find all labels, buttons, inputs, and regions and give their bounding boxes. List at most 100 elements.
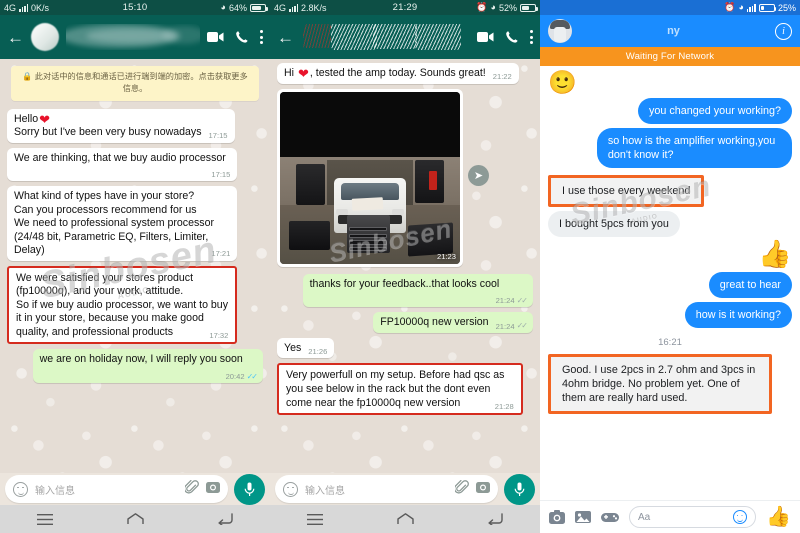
read-receipt-icon: ✓✓ xyxy=(516,296,528,306)
gallery-icon[interactable] xyxy=(575,510,591,524)
message-row[interactable]: What kind of types have in your store? C… xyxy=(7,185,263,261)
message-bubble[interactable]: we are on holiday now, I will reply you … xyxy=(32,349,263,384)
message-bubble[interactable]: you changed your working? xyxy=(637,98,792,125)
message-bubble[interactable]: thanks for your feedback..that looks coo… xyxy=(302,273,533,308)
message-text: FP10000q new version xyxy=(380,316,489,329)
chat-header-2: ← xyxy=(270,15,540,59)
network-type-label: 4G xyxy=(274,2,287,13)
message-row[interactable]: I bought 5pcs from you xyxy=(548,211,792,238)
camera-icon[interactable] xyxy=(549,510,565,524)
home-icon[interactable] xyxy=(397,513,414,525)
forward-icon[interactable]: ➤ xyxy=(468,164,489,186)
emoji-icon[interactable] xyxy=(283,481,298,497)
message-input-field[interactable]: 输入信息 xyxy=(275,475,498,503)
message-row[interactable]: we are on holiday now, I will reply you … xyxy=(7,349,263,384)
games-controller-icon[interactable] xyxy=(601,511,619,523)
contact-name-scribbled[interactable] xyxy=(303,24,470,50)
message-row[interactable]: 👍 xyxy=(548,241,792,268)
message-row[interactable]: Hi ❤, tested the amp today. Sounds great… xyxy=(277,63,533,84)
message-bubble-highlighted[interactable]: We were satisfied your stores product (f… xyxy=(7,265,238,345)
chat-body-3[interactable]: 🙂 you changed your working? so how is th… xyxy=(540,66,800,500)
voice-call-icon[interactable] xyxy=(505,30,519,44)
message-bubble[interactable]: great to hear xyxy=(708,272,792,299)
avatar[interactable] xyxy=(31,23,59,51)
microphone-icon[interactable] xyxy=(504,473,535,505)
message-row-highlighted[interactable]: Good. I use 2pcs in 2.7 ohm and 3pcs in … xyxy=(548,354,792,415)
message-bubble[interactable]: Hi ❤, tested the amp today. Sounds great… xyxy=(277,63,519,84)
message-input-bar-3: Aa 👍 xyxy=(540,500,800,533)
message-row-photo[interactable]: 21:23 Sinbosen ➤ xyxy=(277,88,533,267)
paperclip-icon[interactable] xyxy=(183,479,199,499)
message-row[interactable]: great to hear xyxy=(548,272,792,299)
message-row[interactable]: how is it working? xyxy=(548,302,792,329)
encryption-notice[interactable]: 🔒 此对话中的信息和通话已进行端到端的加密。点击获取更多信息。 xyxy=(11,66,259,101)
message-row[interactable]: so how is the amplifier working,you don'… xyxy=(548,128,792,169)
message-row[interactable]: 🙂 xyxy=(548,71,792,94)
message-meta: 17:15 xyxy=(211,170,230,180)
emoji-icon[interactable] xyxy=(733,510,748,524)
camera-icon[interactable] xyxy=(476,480,490,498)
message-row[interactable]: thanks for your feedback..that looks coo… xyxy=(277,273,533,308)
network-speed-label: 0K/s xyxy=(31,2,50,13)
info-icon[interactable]: i xyxy=(775,22,792,40)
back-icon[interactable] xyxy=(488,513,503,525)
message-row[interactable]: FP10000q new version 21:24 ✓✓ xyxy=(277,312,533,333)
message-bubble[interactable]: I bought 5pcs from you xyxy=(548,211,680,238)
message-input-field[interactable]: Aa xyxy=(629,506,757,528)
heart-icon: ❤ xyxy=(297,66,309,81)
message-bubble[interactable]: What kind of types have in your store? C… xyxy=(7,185,238,261)
paperclip-icon[interactable] xyxy=(453,479,469,499)
chat-body-2[interactable]: Hi ❤, tested the amp today. Sounds great… xyxy=(270,59,540,473)
messenger-panel-3: ⏰ ◕ 25% ny i Waiting For Network 🙂 you c… xyxy=(540,0,800,533)
message-row[interactable]: Hello❤ Sorry but I've been very busy nowa… xyxy=(7,108,263,143)
network-speed-label: 2.8K/s xyxy=(301,2,327,13)
photo-message[interactable]: 21:23 Sinbosen ➤ xyxy=(277,88,489,267)
emoji-icon[interactable] xyxy=(13,481,28,497)
video-call-icon[interactable] xyxy=(477,31,494,43)
message-bubble[interactable]: so how is the amplifier working,you don'… xyxy=(596,128,792,169)
read-receipt-icon: ✓✓ xyxy=(246,371,258,381)
timestamp: 21:24 xyxy=(495,296,515,306)
recents-icon[interactable] xyxy=(37,513,53,525)
message-bubble-highlighted[interactable]: Good. I use 2pcs in 2.7 ohm and 3pcs in … xyxy=(548,354,773,415)
message-row-highlighted[interactable]: Very powerfull on my setup. Before had q… xyxy=(277,363,533,416)
microphone-icon[interactable] xyxy=(234,473,265,505)
message-bubble-highlighted[interactable]: I use those every weekend xyxy=(548,175,705,208)
photo-image[interactable]: 21:23 Sinbosen xyxy=(280,91,460,264)
back-arrow-icon[interactable]: ← xyxy=(277,29,294,46)
contact-name-blurred[interactable] xyxy=(66,24,200,50)
message-bubble[interactable]: We are thinking, that we buy audio proce… xyxy=(7,147,238,181)
message-text: What kind of types have in your store? C… xyxy=(14,189,215,257)
overflow-menu-icon[interactable] xyxy=(260,30,263,44)
message-meta: 20:42 ✓✓ xyxy=(226,371,259,382)
message-row[interactable]: you changed your working? xyxy=(548,98,792,125)
recents-icon[interactable] xyxy=(307,513,323,525)
message-text: We were satisfied your stores product (f… xyxy=(16,271,228,338)
back-arrow-icon[interactable]: ← xyxy=(7,29,24,46)
contact-name[interactable]: ny xyxy=(579,25,768,37)
voice-call-icon[interactable] xyxy=(235,30,249,44)
home-icon[interactable] xyxy=(127,513,144,525)
message-input-field[interactable]: 输入信息 xyxy=(5,475,228,503)
message-row-highlighted[interactable]: We were satisfied your stores product (f… xyxy=(7,265,263,345)
timestamp: 17:32 xyxy=(209,330,229,340)
message-row-highlighted[interactable]: I use those every weekend xyxy=(548,175,792,208)
message-bubble[interactable]: Hello❤ Sorry but I've been very busy nowa… xyxy=(7,108,235,143)
timestamp: 21:24 xyxy=(495,321,515,331)
avatar[interactable] xyxy=(548,19,572,43)
chat-body-1[interactable]: 🔒 此对话中的信息和通话已进行端到端的加密。点击获取更多信息。 Hello❤ So… xyxy=(0,59,270,473)
message-row[interactable]: Yes 21:26 xyxy=(277,337,533,359)
battery-icon xyxy=(250,3,268,12)
message-row[interactable]: We are thinking, that we buy audio proce… xyxy=(7,147,263,181)
chat-header-1: ← xyxy=(0,15,270,59)
overflow-menu-icon[interactable] xyxy=(530,30,533,44)
camera-icon[interactable] xyxy=(206,480,220,498)
message-bubble-highlighted[interactable]: Very powerfull on my setup. Before had q… xyxy=(277,363,523,416)
back-icon[interactable] xyxy=(218,513,233,525)
video-call-icon[interactable] xyxy=(207,31,224,43)
message-bubble[interactable]: FP10000q new version 21:24 ✓✓ xyxy=(373,312,533,333)
thumbs-up-icon[interactable]: 👍 xyxy=(766,507,791,527)
message-text: Very powerfull on my setup. Before had q… xyxy=(286,369,505,409)
message-bubble[interactable]: Yes 21:26 xyxy=(277,337,335,359)
message-bubble[interactable]: how is it working? xyxy=(684,302,792,329)
